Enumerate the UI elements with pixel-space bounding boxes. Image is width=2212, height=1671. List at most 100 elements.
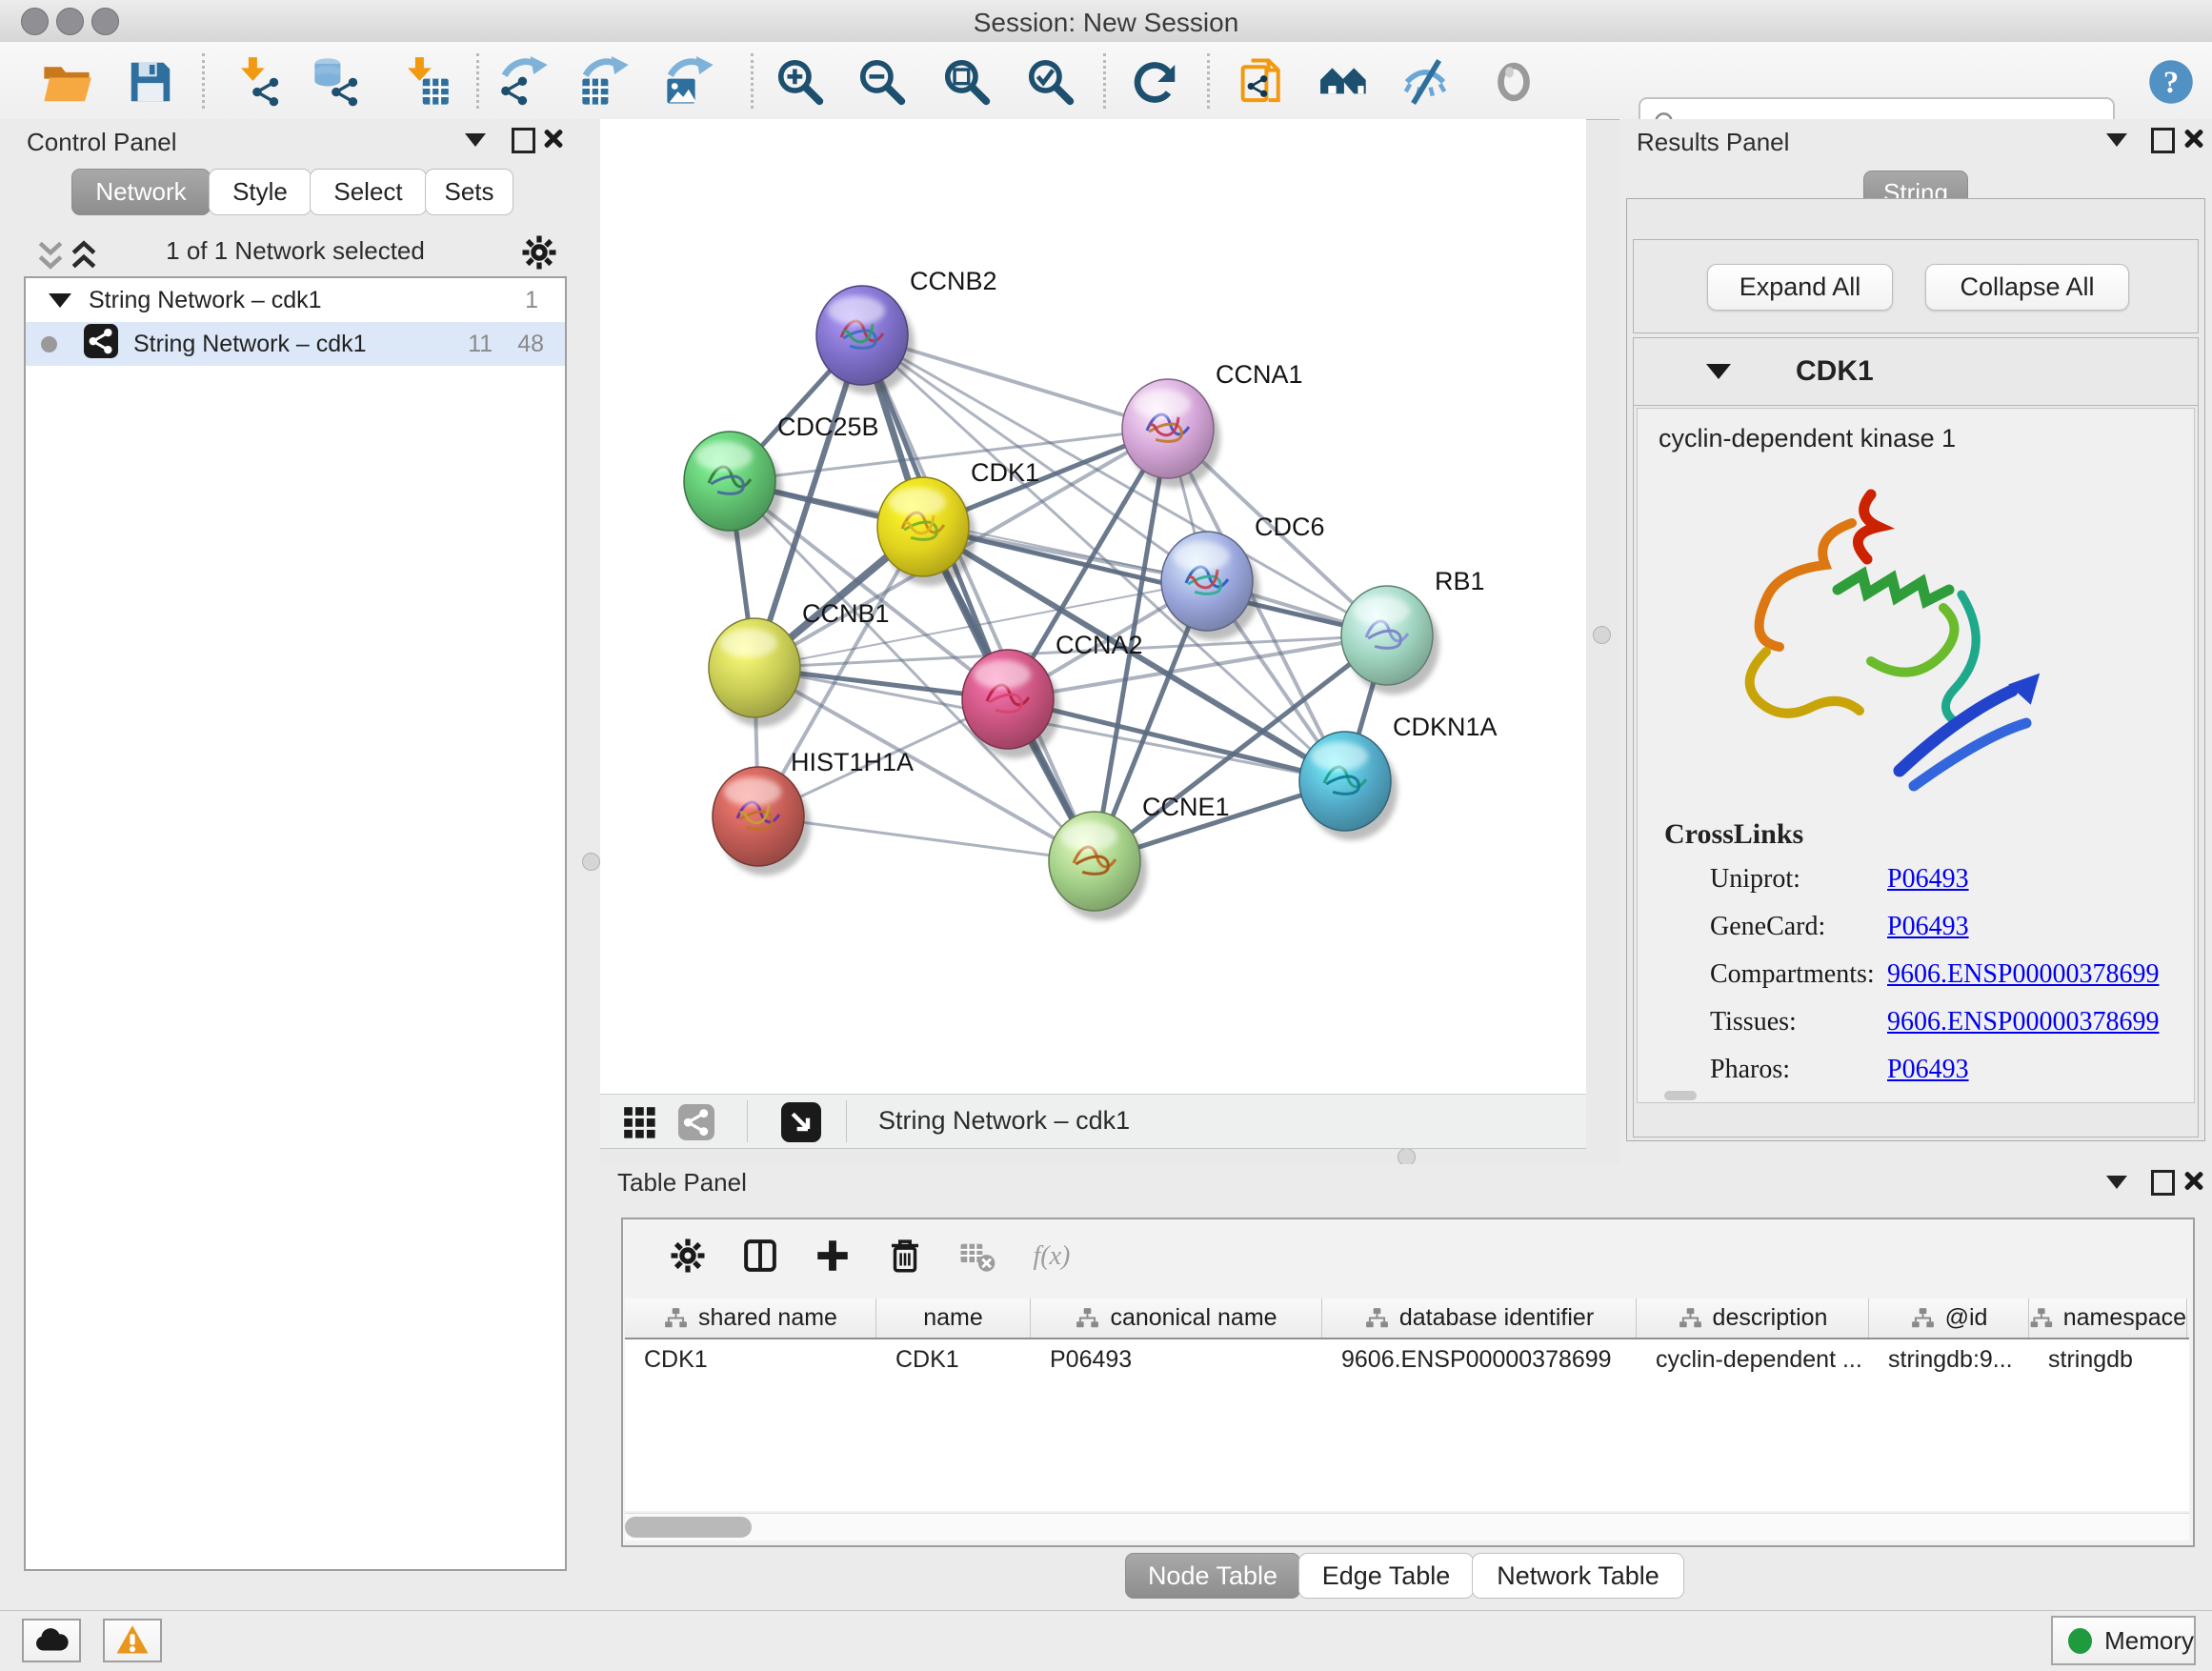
table-add-button[interactable] xyxy=(810,1233,855,1278)
tab-network[interactable]: Network xyxy=(71,169,211,215)
network-collection-row[interactable]: String Network – cdk1 1 xyxy=(26,278,565,322)
network-canvas[interactable]: CCNB2 CCNA1 CDC25B CDK1 CDC6 xyxy=(600,119,1586,1094)
cloud-button[interactable] xyxy=(22,1619,81,1662)
table-columns-button[interactable] xyxy=(737,1233,783,1278)
zoom-fit-button[interactable] xyxy=(940,55,994,109)
tab-sets[interactable]: Sets xyxy=(425,169,513,215)
panel-close-icon[interactable] xyxy=(2183,128,2204,149)
table-delete-table-button xyxy=(955,1233,1000,1278)
tab-select[interactable]: Select xyxy=(310,169,427,215)
home-button[interactable] xyxy=(1317,55,1371,109)
node-CDC25B[interactable] xyxy=(684,432,782,540)
node-HIST1H1A[interactable] xyxy=(713,767,811,876)
column-header-database-identifier[interactable]: database identifier xyxy=(1322,1299,1637,1338)
collapse-all-icon[interactable] xyxy=(33,236,68,279)
crosslink-row: Uniprot: P06493 xyxy=(1638,864,2194,912)
tab-edge-table[interactable]: Edge Table xyxy=(1298,1553,1474,1599)
string-network-icon xyxy=(84,324,118,365)
tab-style[interactable]: Style xyxy=(209,169,312,215)
export-image-button[interactable] xyxy=(663,55,716,109)
gene-section-header[interactable]: CDK1 xyxy=(1634,338,2198,406)
table-hscrollbar-thumb[interactable] xyxy=(625,1517,752,1538)
save-session-button[interactable] xyxy=(124,55,177,109)
node-CCNA2[interactable] xyxy=(962,650,1060,758)
column-header-description[interactable]: description xyxy=(1637,1299,1869,1338)
table-gear-button[interactable] xyxy=(665,1233,711,1278)
import-network-from-database-button[interactable] xyxy=(311,55,364,109)
show-graphics-details-button[interactable] xyxy=(1487,55,1540,109)
network-row-selected[interactable]: String Network – cdk1 11 48 xyxy=(26,322,565,366)
left-splitter-handle[interactable] xyxy=(582,853,600,871)
node-CDK1[interactable] xyxy=(877,477,975,586)
cell[interactable]: CDK1 xyxy=(876,1339,1031,1379)
zoom-in-button[interactable] xyxy=(774,55,827,109)
cell[interactable]: stringdb:9... xyxy=(1869,1339,2029,1379)
string-document-button[interactable] xyxy=(1237,55,1290,109)
panel-menu-icon[interactable] xyxy=(2106,133,2127,147)
node-table[interactable]: shared name name canonical name database… xyxy=(625,1299,2189,1511)
cell[interactable]: stringdb xyxy=(2029,1339,2187,1379)
panel-float-icon[interactable] xyxy=(2151,1170,2175,1196)
expand-all-icon[interactable] xyxy=(67,236,101,279)
export-network-button[interactable] xyxy=(497,55,551,109)
crosslink-link[interactable]: P06493 xyxy=(1887,1055,1969,1085)
panel-close-icon[interactable] xyxy=(543,128,564,149)
hide-graphics-details-button[interactable] xyxy=(1398,55,1452,109)
tab-network-table[interactable]: Network Table xyxy=(1472,1553,1684,1599)
node-RB1[interactable] xyxy=(1341,586,1439,695)
panel-menu-icon[interactable] xyxy=(2106,1176,2127,1189)
table-hscrollbar[interactable] xyxy=(625,1513,2189,1540)
collapse-all-button[interactable]: Collapse All xyxy=(1925,264,2129,311)
results-scrollbar-thumb[interactable] xyxy=(1664,1091,1697,1100)
panel-menu-icon[interactable] xyxy=(465,133,486,147)
edge-CCNB2-CCNE1[interactable] xyxy=(862,335,1095,861)
protein-structure-image xyxy=(1676,466,2095,809)
import-network-from-file-button[interactable] xyxy=(231,55,285,109)
crosslink-link[interactable]: 9606.ENSP00000378699 xyxy=(1887,1007,2159,1037)
zoom-selected-button[interactable] xyxy=(1024,55,1077,109)
help-button[interactable]: ? xyxy=(2144,55,2198,109)
collection-expander-icon[interactable] xyxy=(49,293,71,308)
column-header--id[interactable]: @id xyxy=(1869,1299,2029,1338)
warnings-button[interactable] xyxy=(103,1619,162,1662)
refresh-layout-icon xyxy=(1130,56,1181,108)
right-splitter-handle[interactable] xyxy=(1593,626,1611,644)
open-in-new-window-icon[interactable] xyxy=(781,1102,821,1147)
node-CDKN1A[interactable] xyxy=(1299,732,1398,840)
column-header-canonical-name[interactable]: canonical name xyxy=(1031,1299,1322,1338)
control-panel: Control Panel NetworkStyleSelectSets 1 o… xyxy=(0,119,600,1610)
crosslink-link[interactable]: 9606.ENSP00000378699 xyxy=(1887,959,2159,990)
section-expander-icon[interactable] xyxy=(1706,364,1731,379)
table-row[interactable]: CDK1CDK1P064939606.ENSP00000378699cyclin… xyxy=(625,1339,2189,1379)
export-table-button[interactable] xyxy=(578,55,632,109)
panel-float-icon[interactable] xyxy=(512,128,535,153)
zoom-out-button[interactable] xyxy=(855,55,909,109)
birdseye-grid-icon[interactable] xyxy=(621,1104,657,1145)
memory-button[interactable]: Memory xyxy=(2051,1616,2196,1665)
node-CCNE1[interactable] xyxy=(1049,812,1147,920)
cell[interactable]: cyclin-dependent ... xyxy=(1637,1339,1869,1379)
string-network-gray-icon[interactable] xyxy=(678,1104,714,1145)
panel-close-icon[interactable] xyxy=(2183,1170,2204,1191)
node-CCNA1[interactable] xyxy=(1122,379,1220,488)
table-delete-button[interactable] xyxy=(882,1233,928,1278)
tab-node-table[interactable]: Node Table xyxy=(1125,1553,1300,1599)
panel-float-icon[interactable] xyxy=(2151,128,2175,153)
cell[interactable]: P06493 xyxy=(1031,1339,1322,1379)
cell[interactable]: CDK1 xyxy=(625,1339,876,1379)
import-table-from-file-button[interactable] xyxy=(398,55,452,109)
node-CCNB2[interactable] xyxy=(816,286,915,394)
column-header-namespace[interactable]: namespace xyxy=(2029,1299,2187,1338)
zoom-fit-icon xyxy=(941,56,993,108)
svg-text:?: ? xyxy=(2163,66,2179,100)
column-header-name[interactable]: name xyxy=(876,1299,1031,1338)
open-session-button[interactable] xyxy=(40,55,93,109)
refresh-layout-button[interactable] xyxy=(1129,55,1182,109)
crosslink-link[interactable]: P06493 xyxy=(1887,864,1969,895)
column-header-shared-name[interactable]: shared name xyxy=(625,1299,876,1338)
network-options-gear-icon[interactable] xyxy=(519,232,559,277)
cell[interactable]: 9606.ENSP00000378699 xyxy=(1322,1339,1637,1379)
import-table-from-file-icon xyxy=(399,56,451,108)
crosslink-link[interactable]: P06493 xyxy=(1887,912,1969,942)
expand-all-button[interactable]: Expand All xyxy=(1707,264,1893,311)
